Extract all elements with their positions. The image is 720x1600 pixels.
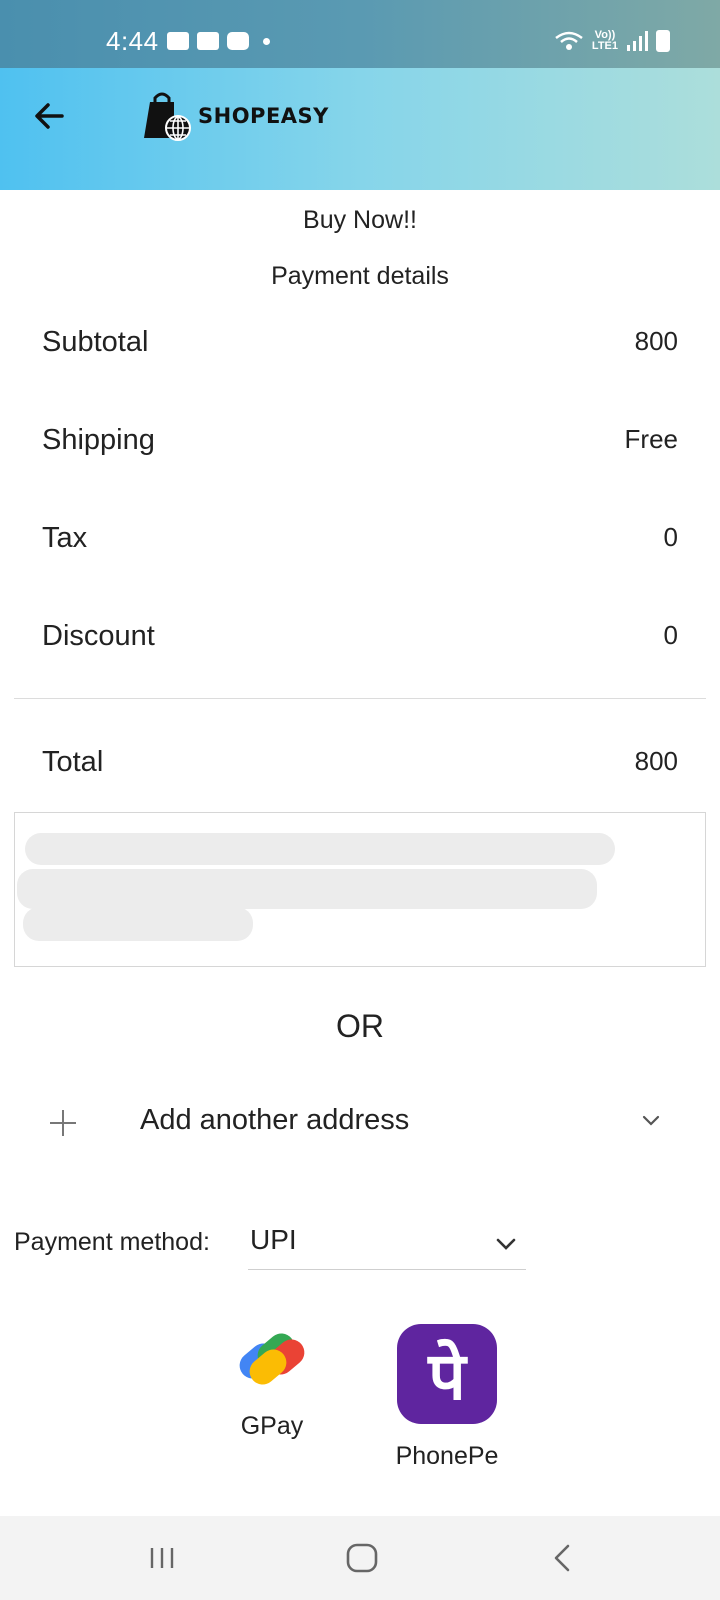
chevron-down-icon	[496, 1238, 516, 1250]
tax-label: Tax	[42, 522, 88, 554]
discount-row: Discount 0	[42, 620, 678, 653]
phonepe-option[interactable]: पे PhonePe	[386, 1324, 508, 1471]
shopping-bag-globe-icon	[144, 92, 191, 141]
gpay-option[interactable]: GPay	[222, 1326, 322, 1441]
signal-icon	[627, 31, 648, 51]
phonepe-icon: पे	[397, 1324, 497, 1424]
chevron-down-icon	[642, 1115, 660, 1126]
tax-value: 0	[663, 522, 678, 552]
redacted-address-line-2	[17, 869, 597, 909]
system-nav-bar	[0, 1516, 720, 1600]
recent-apps-icon[interactable]	[142, 1538, 182, 1578]
notification-icons	[167, 32, 270, 50]
or-separator: OR	[336, 1008, 384, 1044]
tax-row: Tax 0	[42, 522, 678, 555]
payment-method-select[interactable]: UPI	[248, 1220, 526, 1270]
summary-divider	[14, 698, 706, 699]
discount-value: 0	[663, 620, 678, 650]
wifi-icon	[555, 31, 583, 50]
shipping-value: Free	[624, 424, 678, 454]
status-time: 4:44	[106, 26, 159, 56]
discount-label: Discount	[42, 620, 155, 652]
shipping-label: Shipping	[42, 424, 155, 456]
gallery-icon	[167, 32, 189, 50]
battery-icon	[656, 30, 670, 52]
back-nav-icon[interactable]	[544, 1538, 584, 1578]
gpay-label: GPay	[240, 1412, 304, 1440]
phonepe-label: PhonePe	[395, 1442, 499, 1470]
mail-icon	[197, 32, 219, 50]
app-header: SHOPEASY	[0, 68, 720, 190]
payment-details-heading: Payment details	[271, 262, 449, 290]
plus-icon	[46, 1106, 80, 1140]
address-card[interactable]	[14, 812, 706, 967]
redacted-address-line-3	[23, 907, 253, 941]
subtotal-label: Subtotal	[42, 326, 149, 358]
network-label: Vo)) LTE1	[591, 29, 618, 52]
system-icons: Vo)) LTE1	[554, 30, 670, 52]
payment-method-label: Payment method:	[14, 1228, 210, 1256]
total-value: 800	[634, 746, 678, 776]
subtotal-value: 800	[634, 326, 678, 356]
more-notifications-icon	[263, 37, 270, 45]
gpay-icon	[239, 1333, 305, 1385]
brand-name: SHOPEASY	[198, 104, 329, 128]
home-icon[interactable]	[342, 1538, 382, 1578]
subtotal-row: Subtotal 800	[42, 326, 678, 359]
total-row: Total 800	[42, 746, 678, 779]
payment-method-value: UPI	[250, 1224, 297, 1255]
add-address-label: Add another address	[140, 1104, 410, 1136]
add-address-button[interactable]: Add another address	[0, 1100, 720, 1160]
status-bar: 4:44 Vo)) LTE1	[0, 0, 720, 68]
youtube-icon	[227, 32, 249, 50]
page-title: Buy Now!!	[303, 206, 417, 234]
total-label: Total	[42, 746, 104, 778]
shipping-row: Shipping Free	[42, 424, 678, 457]
arrow-left-icon[interactable]	[30, 96, 70, 136]
brand-logo: SHOPEASY	[142, 90, 329, 142]
redacted-address-line-1	[25, 833, 615, 865]
